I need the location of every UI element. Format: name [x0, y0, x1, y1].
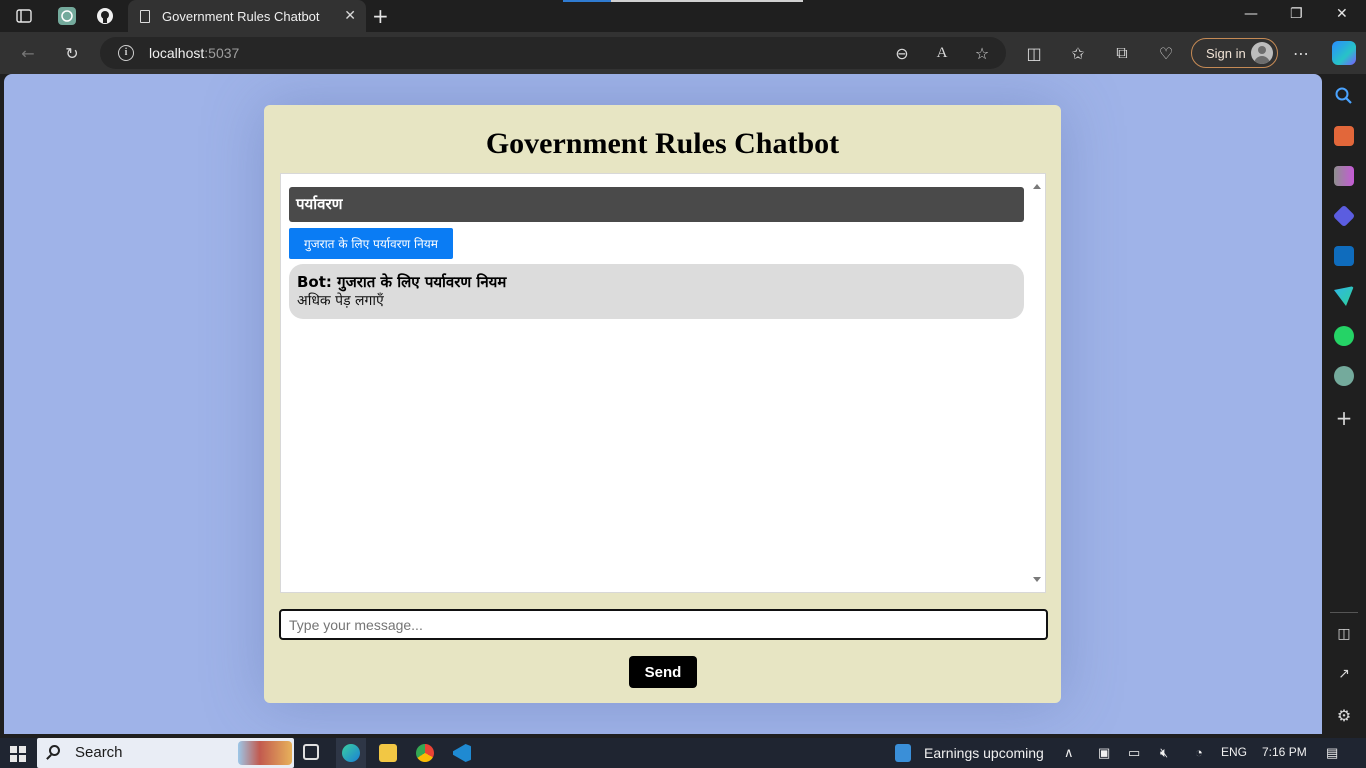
task-view-icon[interactable]	[303, 744, 319, 760]
option-button-gujarat-environment-rules[interactable]: गुजरात के लिए पर्यावरण नियम	[289, 228, 453, 259]
collections-icon[interactable]: ⧉	[1112, 43, 1132, 63]
notifications-icon[interactable]: ▤	[1326, 745, 1338, 761]
site-info-icon[interactable]: i	[118, 45, 134, 61]
tab-actions-icon[interactable]	[14, 6, 34, 26]
page-title: Government Rules Chatbot	[485, 127, 840, 160]
tools-icon[interactable]	[1334, 126, 1354, 146]
chatgpt-icon[interactable]	[1334, 366, 1354, 386]
split-screen-icon[interactable]: ◫	[1024, 43, 1044, 63]
news-widget-label[interactable]: Earnings upcoming	[924, 745, 1044, 761]
chatgpt-pinned-tab-icon[interactable]	[57, 6, 77, 26]
bot-message-body: अधिक पेड़ लगाएँ	[297, 293, 384, 309]
github-pinned-tab-icon[interactable]	[95, 6, 115, 26]
clock[interactable]: 7:16 PM	[1262, 745, 1307, 759]
search-icon[interactable]	[1334, 86, 1354, 106]
scroll-down-arrow-icon[interactable]	[1033, 577, 1041, 582]
favorites-icon[interactable]: ✩	[1068, 43, 1088, 63]
edge-sidebar: + ◫ ↗ ⚙	[1322, 74, 1366, 738]
bot-message-title: Bot: गुजरात के लिए पर्यावरण नियम	[297, 272, 1016, 292]
windows-start-icon[interactable]	[10, 746, 26, 762]
bot-prefix: Bot:	[297, 273, 332, 291]
games-icon[interactable]	[1334, 166, 1354, 186]
loading-indicator	[563, 0, 803, 2]
zoom-out-icon[interactable]: ⊖	[892, 43, 912, 63]
microsoft-365-icon[interactable]	[1332, 204, 1356, 228]
taskbar-search[interactable]: Search	[37, 738, 294, 768]
scroll-up-arrow-icon[interactable]	[1033, 184, 1041, 189]
vscode-icon[interactable]	[453, 744, 471, 762]
bot-message: Bot: गुजरात के लिए पर्यावरण नियम अधिक पे…	[289, 264, 1024, 319]
url-host: localhost	[149, 45, 205, 61]
meet-icon[interactable]: ▣	[1098, 745, 1110, 761]
sign-in-button[interactable]: Sign in	[1191, 38, 1278, 68]
close-window-button[interactable]: ✕	[1336, 6, 1348, 22]
show-hidden-icons-chevron-icon[interactable]: ∧	[1064, 745, 1074, 761]
profile-avatar-icon	[1251, 42, 1273, 64]
drop-icon[interactable]	[1334, 286, 1354, 306]
tab-title: Government Rules Chatbot	[162, 8, 320, 24]
restore-button[interactable]: ❐	[1290, 6, 1303, 22]
minimize-button[interactable]: —	[1244, 6, 1258, 22]
tab-government-rules-chatbot[interactable]: Government Rules Chatbot ✕	[128, 0, 366, 32]
bot-message-heading: गुजरात के लिए पर्यावरण नियम	[331, 273, 507, 291]
volume-muted-icon[interactable]: 🔇︎	[1160, 745, 1168, 761]
topic-header: पर्यावरण	[289, 187, 1024, 222]
language-indicator[interactable]: ENG	[1221, 745, 1247, 759]
search-highlight-image	[238, 741, 292, 765]
chrome-icon[interactable]	[416, 744, 434, 762]
wifi-icon[interactable]: ◔	[1195, 745, 1203, 760]
chat-history[interactable]: पर्यावरण गुजरात के लिए पर्यावरण नियम Bot…	[280, 173, 1046, 593]
send-button[interactable]: Send	[629, 656, 697, 688]
chatbot-card: Government Rules Chatbot पर्यावरण गुजरात…	[264, 105, 1061, 703]
news-widget-icon[interactable]	[895, 744, 911, 762]
close-tab-icon[interactable]: ✕	[344, 8, 356, 24]
browser-toolbar: ← ↻ i localhost:5037 ⊖ A ☆ ◫ ✩ ⧉ ♡ Sign …	[0, 32, 1366, 74]
address-bar[interactable]: i localhost:5037 ⊖ A ☆	[100, 37, 1006, 69]
page-icon	[140, 9, 150, 23]
more-options-icon[interactable]: ⋯	[1291, 43, 1311, 63]
taskbar-search-label: Search	[75, 744, 123, 761]
add-sidebar-app-icon[interactable]: +	[1334, 408, 1354, 428]
file-explorer-icon[interactable]	[379, 744, 397, 762]
favorite-star-icon[interactable]: ☆	[972, 43, 992, 63]
message-input[interactable]	[279, 609, 1048, 640]
search-magnifier-icon	[49, 745, 60, 756]
back-arrow-icon[interactable]: ←	[18, 43, 38, 63]
web-page: Government Rules Chatbot पर्यावरण गुजरात…	[4, 74, 1322, 734]
outlook-icon[interactable]	[1334, 246, 1354, 266]
external-link-icon[interactable]: ↗	[1334, 666, 1354, 686]
new-tab-button[interactable]: +	[372, 4, 389, 28]
sign-in-label: Sign in	[1206, 45, 1246, 61]
read-aloud-icon[interactable]: A	[932, 43, 952, 63]
browser-essentials-icon[interactable]: ♡	[1156, 43, 1176, 63]
url-port: :5037	[204, 45, 240, 61]
refresh-icon[interactable]: ↻	[62, 43, 82, 63]
sidebar-divider	[1330, 612, 1358, 613]
edge-taskbar-icon[interactable]	[342, 744, 360, 762]
battery-icon[interactable]: ▭	[1128, 745, 1140, 761]
browser-tab-bar: Government Rules Chatbot ✕ + — ❐ ✕	[0, 0, 1366, 32]
windows-taskbar: Search Earnings upcoming ∧ ▣ ▭ 🔇︎ ◔ ENG …	[0, 738, 1366, 768]
copilot-icon[interactable]	[1332, 41, 1356, 65]
url-text: localhost:5037	[149, 45, 239, 61]
settings-gear-icon[interactable]: ⚙	[1334, 706, 1354, 726]
hide-sidebar-icon[interactable]: ◫	[1334, 626, 1354, 646]
whatsapp-icon[interactable]	[1334, 326, 1354, 346]
